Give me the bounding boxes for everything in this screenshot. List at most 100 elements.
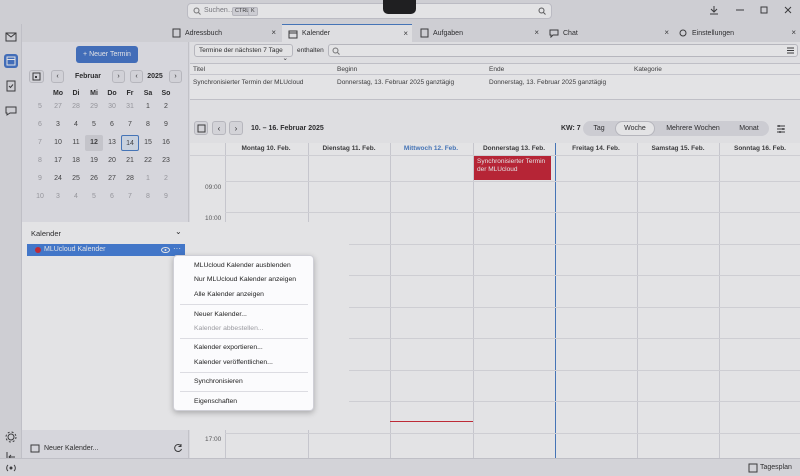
day-column-header[interactable]: Donnerstag 13. Feb. (473, 143, 555, 155)
menu-item-sync[interactable]: Synchronisieren (194, 378, 243, 385)
mini-calendar-day[interactable]: 12 (85, 135, 103, 151)
view-month-button[interactable]: Monat (731, 121, 767, 136)
menu-item-show-only[interactable]: Nur MLUcloud Kalender anzeigen (194, 276, 296, 283)
mini-calendar-day[interactable]: 8 (139, 189, 157, 205)
mini-calendar-day[interactable]: 13 (103, 135, 121, 151)
day-column-header[interactable]: Freitag 14. Feb. (555, 143, 637, 155)
today-pane-toggle[interactable]: Tagesplan (760, 464, 792, 471)
download-icon[interactable] (709, 5, 719, 15)
tab-settings[interactable]: Einstellungen × (672, 24, 800, 42)
menu-item-hide-calendar[interactable]: MLUcloud Kalender ausblenden (194, 262, 291, 269)
mini-calendar-day[interactable]: 27 (49, 99, 67, 115)
mini-calendar-day[interactable]: 4 (67, 189, 85, 205)
mini-calendar-day[interactable]: 17 (49, 153, 67, 169)
tasks-icon[interactable] (4, 79, 18, 93)
mini-calendar-day[interactable]: 11 (67, 135, 85, 151)
mini-calendar-day[interactable]: 18 (67, 153, 85, 169)
close-icon[interactable]: × (271, 28, 276, 37)
close-icon[interactable]: × (534, 28, 539, 37)
chevron-down-icon[interactable]: ⌄ (175, 227, 182, 236)
mail-icon[interactable] (4, 30, 18, 44)
column-header-category[interactable]: Kategorie (634, 66, 662, 73)
online-status-icon[interactable] (6, 463, 16, 473)
chat-icon[interactable] (4, 104, 18, 118)
new-calendar-link[interactable]: Neuer Kalender... (44, 445, 98, 452)
mini-calendar-day[interactable]: 8 (139, 117, 157, 133)
new-event-button[interactable]: + Neuer Termin (76, 46, 138, 63)
prev-week-button[interactable]: ‹ (212, 121, 226, 135)
mini-calendar-day[interactable]: 4 (67, 117, 85, 133)
menu-item-properties[interactable]: Eigenschaften (194, 398, 237, 405)
list-cell-title[interactable]: Synchronisierter Termin der MLUcloud (193, 79, 303, 86)
mini-calendar-day[interactable]: 31 (121, 99, 139, 115)
tab-address-book[interactable]: Adressbuch × (165, 24, 280, 42)
mini-calendar-day[interactable]: 3 (49, 189, 67, 205)
prev-month-button[interactable]: ‹ (51, 70, 64, 83)
search-icon[interactable] (538, 7, 546, 15)
search-input[interactable]: Suchen… CTRL K (187, 3, 552, 19)
more-options-icon[interactable]: ··· (173, 244, 181, 253)
mini-calendar-day[interactable]: 24 (49, 171, 67, 187)
event-filter-select[interactable]: Termine der nächsten 7 Tage ⌄ (194, 44, 293, 62)
day-column-header[interactable]: Sonntag 16. Feb. (719, 143, 800, 155)
mini-calendar-day[interactable]: 27 (103, 171, 121, 187)
mini-calendar-day[interactable]: 16 (157, 135, 175, 151)
mini-calendar-day[interactable]: 2 (157, 171, 175, 187)
list-cell-end[interactable]: Donnerstag, 13. Februar 2025 ganztägig (489, 79, 606, 86)
column-header-title[interactable]: Titel (193, 66, 205, 73)
mini-calendar-day[interactable]: 23 (157, 153, 175, 169)
next-week-button[interactable]: › (229, 121, 243, 135)
mini-calendar-day[interactable]: 3 (49, 117, 67, 133)
event-block[interactable]: Synchronisierter Termin der MLUcloud (474, 156, 551, 180)
list-cell-start[interactable]: Donnerstag, 13. Februar 2025 ganztägig (337, 79, 454, 86)
close-icon[interactable]: × (791, 28, 796, 37)
menu-item-show-all[interactable]: Alle Kalender anzeigen (194, 291, 264, 298)
mini-calendar-day[interactable]: 7 (121, 117, 139, 133)
day-column-header[interactable]: Dienstag 11. Feb. (308, 143, 390, 155)
column-header-start[interactable]: Beginn (337, 66, 357, 73)
tab-tasks[interactable]: Aufgaben × (413, 24, 543, 42)
view-day-button[interactable]: Tag (587, 121, 611, 136)
next-month-button[interactable]: › (112, 70, 125, 83)
event-search-field[interactable] (328, 44, 798, 57)
mini-calendar-day[interactable]: 28 (121, 171, 139, 187)
minimize-icon[interactable] (735, 5, 745, 15)
mini-calendar-day[interactable]: 22 (139, 153, 157, 169)
today-button[interactable] (194, 121, 208, 135)
gear-icon[interactable] (4, 430, 18, 444)
mini-calendar-day[interactable]: 26 (85, 171, 103, 187)
mini-calendar-day[interactable]: 25 (67, 171, 85, 187)
mini-calendar-day[interactable]: 21 (121, 153, 139, 169)
next-year-button[interactable]: › (169, 70, 182, 83)
menu-item-export[interactable]: Kalender exportieren... (194, 344, 263, 351)
view-options-icon[interactable] (776, 124, 786, 134)
mini-calendar-day[interactable]: 20 (103, 153, 121, 169)
mini-calendar-day[interactable]: 28 (67, 99, 85, 115)
mini-calendar-day[interactable]: 10 (49, 135, 67, 151)
mini-calendar-day[interactable]: 29 (85, 99, 103, 115)
mini-calendar-day[interactable]: 2 (157, 99, 175, 115)
view-multiweek-button[interactable]: Mehrere Wochen (661, 121, 725, 136)
mini-calendar-day[interactable]: 7 (121, 189, 139, 205)
menu-item-publish[interactable]: Kalender veröffentlichen... (194, 359, 273, 366)
column-picker-icon[interactable] (786, 46, 795, 55)
prev-year-button[interactable]: ‹ (130, 70, 143, 83)
mini-calendar-day[interactable]: 9 (157, 117, 175, 133)
mini-calendar-day[interactable]: 14 (121, 135, 139, 151)
mini-calendar-day[interactable]: 6 (103, 117, 121, 133)
maximize-icon[interactable] (759, 5, 769, 15)
view-week-button[interactable]: Woche (615, 121, 655, 136)
mini-calendar-day[interactable]: 30 (103, 99, 121, 115)
refresh-icon[interactable] (173, 443, 183, 453)
mini-calendar-day[interactable]: 6 (103, 189, 121, 205)
mini-calendar-day[interactable]: 1 (139, 99, 157, 115)
tab-calendar[interactable]: Kalender × (282, 24, 412, 42)
tab-chat[interactable]: Chat × (543, 24, 673, 42)
day-column-header[interactable]: Mittwoch 12. Feb. (390, 143, 472, 155)
calendar-space-button[interactable] (4, 54, 18, 68)
close-icon[interactable] (783, 5, 793, 15)
menu-item-new-calendar[interactable]: Neuer Kalender... (194, 311, 247, 318)
close-icon[interactable]: × (664, 28, 669, 37)
day-column-header[interactable]: Samstag 15. Feb. (637, 143, 719, 155)
close-icon[interactable]: × (403, 29, 408, 38)
